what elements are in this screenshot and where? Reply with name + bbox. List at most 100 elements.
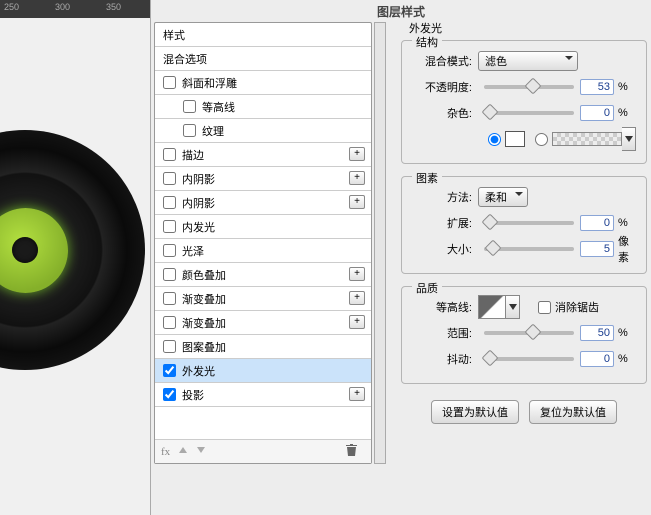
row-contour: 等高线: 消除锯齿 [410, 297, 638, 317]
contour-swatch[interactable] [478, 295, 506, 319]
arrow-down-icon[interactable] [196, 445, 206, 458]
label-contour: 等高线: [410, 299, 472, 315]
style-item-checkbox[interactable] [163, 340, 176, 353]
style-item-label: 投影 [182, 387, 204, 403]
row-noise: 杂色: % [410, 103, 638, 123]
style-item[interactable]: 斜面和浮雕 [155, 71, 371, 95]
ruler-horizontal: 250 300 350 [0, 0, 150, 18]
gradient-dropdown-icon[interactable] [622, 127, 636, 151]
fx-icon[interactable]: fx [161, 446, 170, 458]
add-instance-button[interactable]: + [349, 147, 365, 161]
contour-dropdown-icon[interactable] [506, 295, 520, 319]
style-item-label: 等高线 [202, 99, 235, 115]
ruler-mark: 350 [106, 2, 121, 12]
group-title-elements: 图素 [412, 170, 442, 186]
style-item[interactable]: 外发光 [155, 359, 371, 383]
style-item-checkbox[interactable] [163, 388, 176, 401]
input-spread[interactable] [580, 215, 614, 231]
label-blend-mode: 混合模式: [410, 53, 472, 69]
label-jitter: 抖动: [410, 351, 472, 367]
add-instance-button[interactable]: + [349, 387, 365, 401]
unit-percent: % [618, 107, 638, 119]
style-item-checkbox[interactable] [163, 220, 176, 233]
style-item[interactable]: 颜色叠加 + [155, 263, 371, 287]
reset-default-button[interactable]: 复位为默认值 [529, 400, 617, 424]
style-item-checkbox[interactable] [163, 76, 176, 89]
input-jitter[interactable] [580, 351, 614, 367]
style-item-checkbox[interactable] [163, 172, 176, 185]
styles-scrollbar[interactable] [374, 22, 386, 464]
style-item[interactable]: 内阴影 + [155, 191, 371, 215]
sidebar-header-blend[interactable]: 混合选项 [155, 47, 371, 71]
slider-spread[interactable] [484, 221, 574, 225]
row-spread: 扩展: % [410, 213, 638, 233]
style-item-label: 颜色叠加 [182, 267, 226, 283]
style-item-checkbox[interactable] [183, 124, 196, 137]
style-item[interactable]: 等高线 [155, 95, 371, 119]
sidebar-header-styles[interactable]: 样式 [155, 23, 371, 47]
ruler-mark: 300 [55, 2, 70, 12]
add-instance-button[interactable]: + [349, 291, 365, 305]
color-swatch-glow[interactable] [505, 131, 525, 147]
style-item[interactable]: 内阴影+ [155, 167, 371, 191]
input-opacity[interactable] [580, 79, 614, 95]
slider-range[interactable] [484, 331, 574, 335]
select-blend-mode-value: 滤色 [485, 56, 507, 68]
gradient-swatch-glow[interactable] [552, 132, 622, 146]
style-item[interactable]: 图案叠加 [155, 335, 371, 359]
arrow-up-icon[interactable] [178, 445, 188, 458]
group-elements: 图素 方法: 柔和 扩展: % 大小: [401, 176, 647, 274]
unit-px: 像素 [618, 233, 638, 265]
style-item[interactable]: 内发光 [155, 215, 371, 239]
input-range[interactable] [580, 325, 614, 341]
row-range: 范围: % [410, 323, 638, 343]
styles-footer: fx [155, 439, 371, 463]
add-instance-button[interactable]: + [349, 267, 365, 281]
select-technique[interactable]: 柔和 [478, 187, 528, 207]
style-item-label: 纹理 [202, 123, 224, 139]
style-item[interactable]: 纹理 [155, 119, 371, 143]
style-item-checkbox[interactable] [183, 100, 196, 113]
style-item-checkbox[interactable] [163, 268, 176, 281]
group-title-quality: 品质 [412, 280, 442, 296]
style-item-checkbox[interactable] [163, 148, 176, 161]
slider-opacity[interactable] [484, 85, 574, 89]
sidebar-header-label: 样式 [163, 27, 185, 43]
slider-size[interactable] [484, 247, 574, 251]
add-instance-button[interactable]: + [349, 315, 365, 329]
slider-jitter[interactable] [484, 357, 574, 361]
select-blend-mode[interactable]: 滤色 [478, 51, 578, 71]
style-item-checkbox[interactable] [163, 364, 176, 377]
default-buttons-row: 设置为默认值 复位为默认值 [397, 396, 651, 424]
group-title-structure: 结构 [412, 34, 442, 50]
style-item[interactable]: 光泽 [155, 239, 371, 263]
add-instance-button[interactable]: + [349, 171, 365, 185]
unit-percent: % [618, 353, 638, 365]
input-size[interactable] [580, 241, 614, 257]
add-instance-button[interactable]: + [349, 195, 365, 209]
unit-percent: % [618, 81, 638, 93]
style-item-checkbox[interactable] [163, 316, 176, 329]
make-default-button[interactable]: 设置为默认值 [431, 400, 519, 424]
style-item[interactable]: 描边+ [155, 143, 371, 167]
row-opacity: 不透明度: % [410, 77, 638, 97]
radio-glow-solid[interactable] [488, 133, 501, 146]
style-item[interactable]: 投影 + [155, 383, 371, 407]
sidebar-header-label: 混合选项 [163, 51, 207, 67]
checkbox-anti-alias[interactable] [538, 301, 551, 314]
style-item-checkbox[interactable] [163, 292, 176, 305]
style-item[interactable]: 渐变叠加+ [155, 287, 371, 311]
style-item-checkbox[interactable] [163, 196, 176, 209]
radio-glow-gradient[interactable] [535, 133, 548, 146]
style-item-label: 内阴影 [182, 195, 215, 211]
row-glow-color [410, 129, 638, 149]
artwork-vinyl-label [0, 208, 68, 293]
slider-noise[interactable] [484, 111, 574, 115]
section-heading-outer-glow: 外发光 [409, 20, 651, 36]
trash-icon[interactable] [346, 444, 357, 459]
style-item-checkbox[interactable] [163, 244, 176, 257]
row-jitter: 抖动: % [410, 349, 638, 369]
style-item[interactable]: 渐变叠加+ [155, 311, 371, 335]
group-structure: 结构 混合模式: 滤色 不透明度: % 杂色: [401, 40, 647, 164]
input-noise[interactable] [580, 105, 614, 121]
